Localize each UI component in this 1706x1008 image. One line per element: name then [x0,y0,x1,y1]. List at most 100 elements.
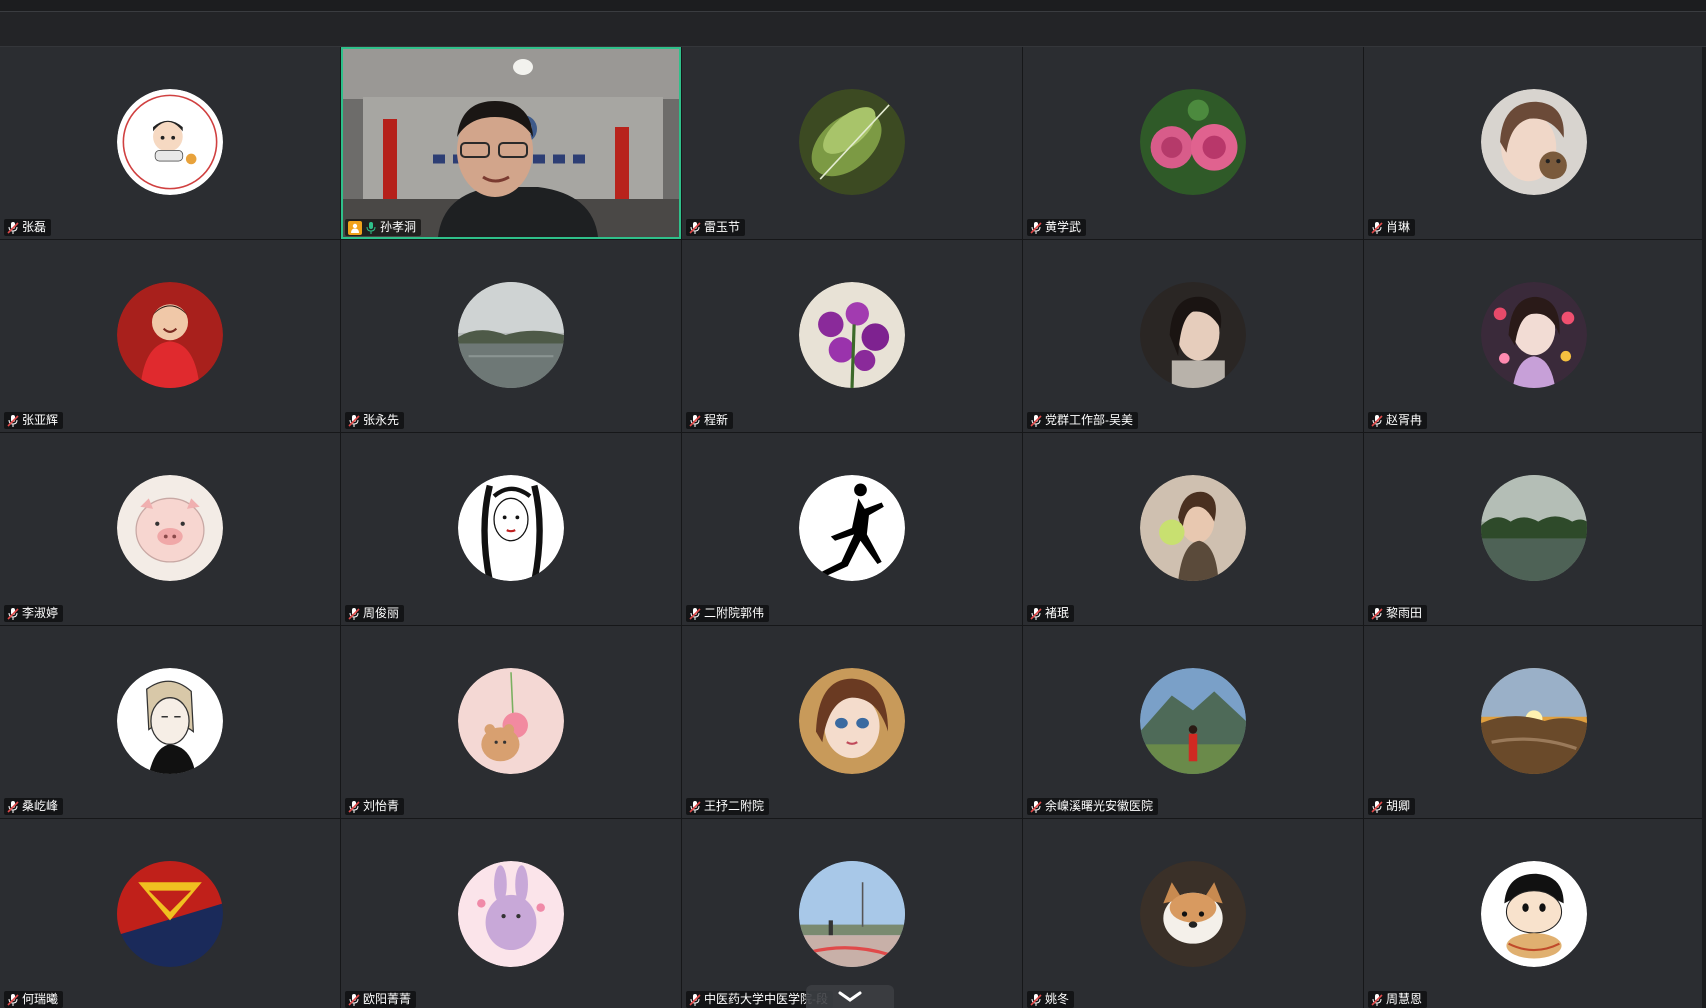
participant-tile[interactable]: 二附院郭伟 [682,433,1022,625]
participant-name: 赵胥冉 [1386,413,1423,427]
participant-avatar [458,475,564,581]
name-tag: 二附院郭伟 [686,605,770,622]
host-icon [348,220,362,235]
muted-mic-icon [348,607,360,620]
name-tag: 雷玉节 [686,219,746,236]
participant-tile[interactable]: 中医药大学中医学院-段 [682,819,1022,1008]
muted-mic-icon [1371,221,1383,234]
active-speaker-tile[interactable]: 孙孝洞 [341,47,681,239]
participant-tile[interactable]: 黄学武 [1023,47,1363,239]
participant-tile[interactable]: 肖琳 [1364,47,1704,239]
muted-mic-icon [1371,993,1383,1006]
muted-mic-icon [7,221,19,234]
name-tag: 姚冬 [1027,991,1075,1008]
participant-tile[interactable]: 雷玉节 [682,47,1022,239]
muted-mic-icon [7,993,19,1006]
name-tag: 党群工作部-吴美 [1027,412,1138,429]
participant-tile[interactable]: 刘怡青 [341,626,681,818]
muted-mic-icon [1371,800,1383,813]
participant-name: 肖琳 [1386,220,1411,234]
name-tag: 黎雨田 [1368,605,1428,622]
participant-name: 黄学武 [1045,220,1082,234]
participant-tile[interactable]: 张亚辉 [0,240,340,432]
participant-avatar [117,89,223,195]
name-tag: 王抒二附院 [686,798,770,815]
name-tag: 胡卿 [1368,798,1416,815]
participant-tile[interactable]: 黎雨田 [1364,433,1704,625]
participant-name: 张亚辉 [22,413,59,427]
participant-tile[interactable]: 程新 [682,240,1022,432]
chevron-down-icon [838,991,862,1002]
participant-grid: 张磊 孙孝洞 雷玉节 黄学武 肖琳 张亚辉 张永先 程新 党群工作部-吴美 赵胥… [0,47,1706,1008]
muted-mic-icon [348,800,360,813]
name-tag: 褚珉 [1027,605,1075,622]
participant-tile[interactable]: 褚珉 [1023,433,1363,625]
participant-name: 程新 [704,413,729,427]
participant-avatar [1481,668,1587,774]
participant-name: 刘怡青 [363,799,400,813]
participant-avatar [1140,861,1246,967]
participant-tile[interactable]: 桑屹峰 [0,626,340,818]
participant-avatar [799,282,905,388]
participant-name: 雷玉节 [704,220,741,234]
participant-avatar [458,282,564,388]
participant-name: 周俊丽 [363,606,400,620]
name-tag: 欧阳菁菁 [345,991,417,1008]
participant-tile[interactable]: 赵胥冉 [1364,240,1704,432]
scroll-down-button[interactable] [806,985,894,1008]
participant-tile[interactable]: 胡卿 [1364,626,1704,818]
top-toolbar [0,12,1706,47]
name-tag: 刘怡青 [345,798,405,815]
participant-avatar [117,861,223,967]
name-tag: 肖琳 [1368,219,1416,236]
muted-mic-icon [1030,800,1042,813]
participant-tile[interactable]: 周俊丽 [341,433,681,625]
name-tag: 周俊丽 [345,605,405,622]
participant-name: 余嵲溪曙光安徽医院 [1045,799,1154,813]
participant-avatar [117,475,223,581]
participant-avatar [1481,861,1587,967]
participant-tile[interactable]: 姚冬 [1023,819,1363,1008]
name-tag: 周慧恩 [1368,991,1428,1008]
muted-mic-icon [1371,414,1383,427]
participant-tile[interactable]: 王抒二附院 [682,626,1022,818]
participant-avatar [1140,668,1246,774]
participant-tile[interactable]: 余嵲溪曙光安徽医院 [1023,626,1363,818]
active-mic-icon [366,221,376,234]
muted-mic-icon [348,993,360,1006]
participant-tile[interactable]: 欧阳菁菁 [341,819,681,1008]
participant-tile[interactable]: 张磊 [0,47,340,239]
muted-mic-icon [7,800,19,813]
participant-name: 王抒二附院 [704,799,765,813]
participant-video [343,49,679,237]
participant-name: 周慧恩 [1386,992,1423,1006]
name-tag: 余嵲溪曙光安徽医院 [1027,798,1159,815]
participant-tile[interactable]: 周慧恩 [1364,819,1704,1008]
participant-avatar [1481,282,1587,388]
participant-avatar [799,89,905,195]
muted-mic-icon [1030,221,1042,234]
name-tag: 张亚辉 [4,412,64,429]
participant-avatar [799,475,905,581]
participant-name: 姚冬 [1045,992,1070,1006]
participant-name: 张磊 [22,220,47,234]
muted-mic-icon [1030,993,1042,1006]
name-tag: 张永先 [345,412,405,429]
muted-mic-icon [689,414,701,427]
participant-avatar [458,861,564,967]
participant-avatar [799,861,905,967]
participant-avatar [458,668,564,774]
muted-mic-icon [1371,607,1383,620]
participant-avatar [117,282,223,388]
window-top-strip [0,0,1706,12]
participant-name: 胡卿 [1386,799,1411,813]
name-tag: 桑屹峰 [4,798,64,815]
participant-tile[interactable]: 党群工作部-吴美 [1023,240,1363,432]
participant-name: 党群工作部-吴美 [1045,413,1133,427]
participant-avatar [1481,89,1587,195]
participant-name: 欧阳菁菁 [363,992,412,1006]
participant-name: 李淑婷 [22,606,59,620]
participant-tile[interactable]: 李淑婷 [0,433,340,625]
participant-tile[interactable]: 何瑞曦 [0,819,340,1008]
participant-tile[interactable]: 张永先 [341,240,681,432]
